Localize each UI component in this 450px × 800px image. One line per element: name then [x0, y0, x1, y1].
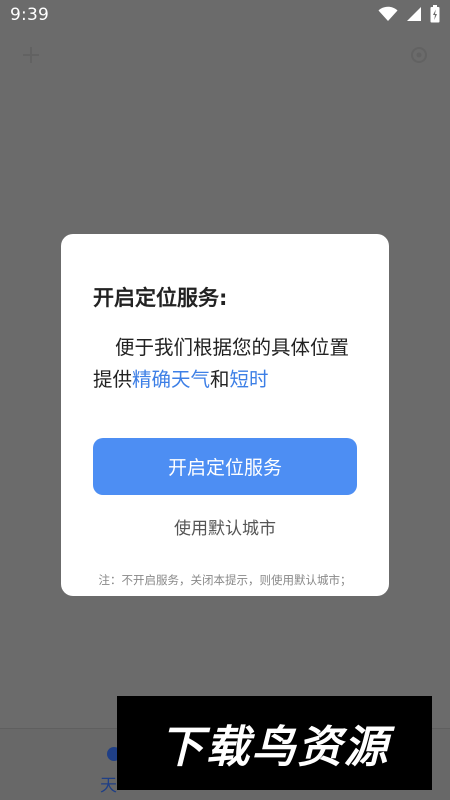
- enable-location-button[interactable]: 开启定位服务: [93, 438, 357, 495]
- dialog-body: 便于我们根据您的具体位置提供精确天气和短时: [93, 332, 363, 396]
- dialog-title: 开启定位服务:: [93, 286, 228, 310]
- location-dialog: 开启定位服务: 便于我们根据您的具体位置提供精确天气和短时 开启定位服务 使用默…: [61, 234, 389, 596]
- status-bar: 9:39: [0, 0, 450, 32]
- settings-icon: [408, 44, 430, 66]
- wifi-icon: [378, 6, 398, 22]
- app-screen: 9:39 天 开启定位服务: 便于我们根据您的具体位置提供精确天气和短时 开启定…: [0, 0, 450, 800]
- signal-icon: [406, 6, 422, 22]
- watermark-text: 下载鸟资源: [159, 722, 390, 773]
- status-time: 9:39: [10, 5, 49, 25]
- dialog-note: 注：不开启服务，关闭本提示，则使用默认城市；: [98, 573, 352, 587]
- status-icons: [378, 5, 440, 23]
- highlight-short-term: 短时: [229, 368, 269, 391]
- nav-weather-label: 天: [100, 776, 117, 796]
- watermark-banner: 下载鸟资源: [117, 696, 432, 790]
- highlight-precise-weather: 精确天气: [132, 368, 211, 391]
- add-city-icon: [20, 44, 42, 66]
- battery-icon: [430, 5, 440, 23]
- use-default-city-button[interactable]: 使用默认城市: [61, 514, 389, 539]
- body-text-2: 和: [210, 368, 230, 391]
